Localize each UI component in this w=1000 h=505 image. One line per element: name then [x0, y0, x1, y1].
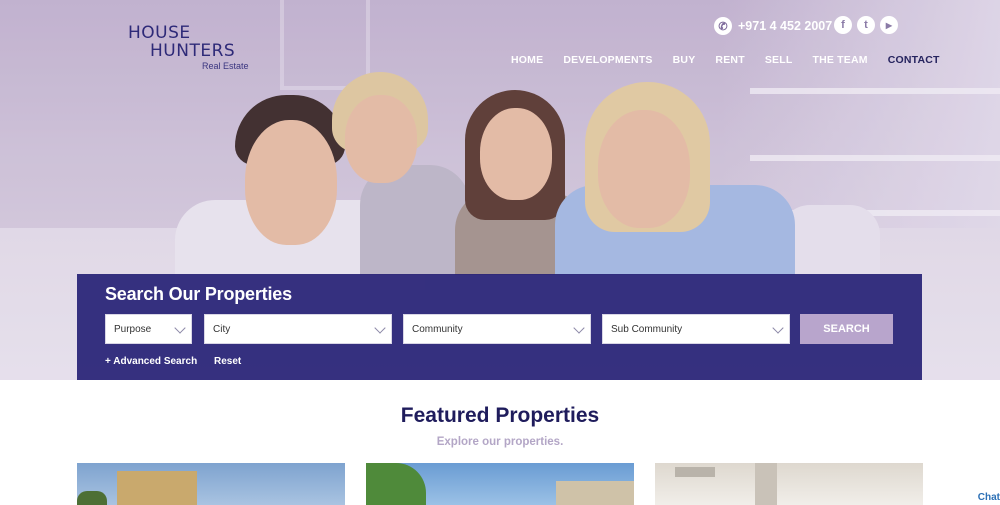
chat-widget[interactable]: Chat [978, 492, 1000, 503]
logo-line-1: HOUSE [128, 23, 191, 43]
chevron-down-icon [772, 322, 784, 334]
sub-community-select-value: Sub Community [611, 323, 683, 335]
chevron-down-icon [374, 322, 386, 334]
twitter-icon[interactable]: t [857, 16, 875, 34]
building-image [117, 471, 197, 505]
nav-home[interactable]: HOME [511, 54, 543, 66]
purpose-select[interactable]: Purpose [105, 314, 192, 344]
nav-contact[interactable]: CONTACT [888, 54, 940, 66]
property-card[interactable] [366, 463, 634, 505]
featured-subtitle: Explore our properties. [436, 436, 564, 448]
city-select[interactable]: City [204, 314, 392, 344]
search-title: Search Our Properties [105, 284, 292, 304]
city-select-value: City [213, 323, 231, 335]
youtube-icon[interactable]: ▶ [880, 16, 898, 34]
nav-rent[interactable]: RENT [715, 54, 744, 66]
facebook-icon[interactable]: f [834, 16, 852, 34]
community-select-value: Community [412, 323, 463, 335]
phone-contact[interactable]: ✆ +971 4 452 2007 [714, 16, 832, 36]
phone-icon: ✆ [714, 17, 732, 35]
page: HOUSE HUNTERS Real Estate ✆ +971 4 452 2… [0, 0, 1000, 505]
social-links: f t ▶ [834, 16, 898, 34]
nav-sell[interactable]: SELL [765, 54, 793, 66]
building-image [556, 481, 634, 505]
search-button[interactable]: SEARCH [800, 314, 893, 344]
tree-image [366, 463, 426, 505]
logo-line-2: HUNTERS [150, 41, 236, 61]
phone-number: +971 4 452 2007 [738, 19, 833, 33]
featured-title: Featured Properties [400, 404, 600, 427]
search-panel: Search Our Properties Purpose City Commu… [77, 274, 922, 380]
property-card[interactable] [77, 463, 345, 505]
building-image [675, 467, 715, 477]
chevron-down-icon [174, 322, 186, 334]
chevron-down-icon [573, 322, 585, 334]
brand-logo[interactable]: HOUSE HUNTERS Real Estate [128, 24, 258, 74]
purpose-select-value: Purpose [114, 323, 152, 335]
building-image [77, 491, 107, 505]
property-card[interactable] [655, 463, 923, 505]
community-select[interactable]: Community [403, 314, 591, 344]
nav-developments[interactable]: DEVELOPMENTS [563, 54, 652, 66]
advanced-search-link[interactable]: + Advanced Search [105, 356, 197, 367]
nav-buy[interactable]: BUY [673, 54, 696, 66]
sub-community-select[interactable]: Sub Community [602, 314, 790, 344]
main-nav: HOME DEVELOPMENTS BUY RENT SELL THE TEAM… [511, 54, 940, 66]
reset-link[interactable]: Reset [214, 356, 241, 367]
logo-tagline: Real Estate [202, 61, 249, 71]
nav-the-team[interactable]: THE TEAM [812, 54, 867, 66]
building-image [755, 463, 777, 505]
